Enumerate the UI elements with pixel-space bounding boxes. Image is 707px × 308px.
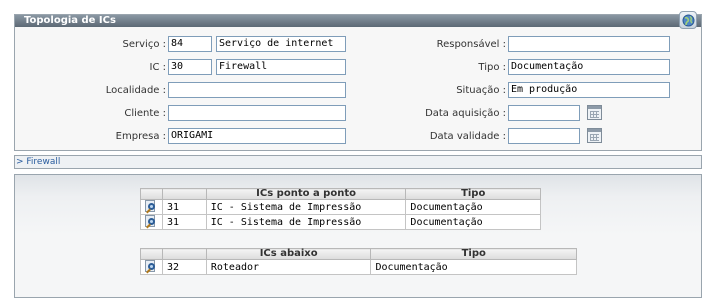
tipo-field[interactable]: Documentação xyxy=(508,59,670,75)
panel-title: Topologia de ICs xyxy=(15,15,701,27)
column-header-tipo[interactable]: Tipo xyxy=(405,188,541,200)
data-validade-field[interactable] xyxy=(508,128,580,144)
data-aquisicao-label: Data aquisição : xyxy=(425,108,506,119)
servico-name-field[interactable]: Serviço de internet xyxy=(216,36,346,52)
ic-tipo-cell: Documentação xyxy=(405,199,541,215)
calendar-icon[interactable] xyxy=(587,105,602,120)
calendar-icon[interactable] xyxy=(587,128,602,143)
column-header xyxy=(161,188,207,200)
view-details-icon[interactable] xyxy=(144,215,158,229)
ic-tipo-cell: Documentação xyxy=(405,214,541,230)
ic-id-cell: 32 xyxy=(161,259,207,275)
situacao-label: Situação : xyxy=(456,85,506,96)
responsavel-field[interactable] xyxy=(508,36,670,52)
ic-name-cell: IC - Sistema de Impressão xyxy=(205,199,407,215)
ic-name-cell: Roteador xyxy=(205,259,372,275)
ponto-a-ponto-table: ICs ponto a ponto Tipo 31 IC - Sistema d… xyxy=(140,188,541,230)
cliente-field[interactable] xyxy=(168,105,346,121)
table-row: 31 IC - Sistema de Impressão Documentaçã… xyxy=(140,199,541,215)
empresa-field[interactable]: ORIGAMI xyxy=(168,128,346,144)
tipo-label: Tipo : xyxy=(478,62,506,73)
view-details-icon[interactable] xyxy=(144,260,158,274)
column-header xyxy=(140,188,163,200)
ic-tipo-cell: Documentação xyxy=(370,259,577,275)
column-header-ics[interactable]: ICs ponto a ponto xyxy=(205,188,407,200)
topologia-panel: Topologia de ICs Serviço : 84 Serviço de… xyxy=(14,11,702,151)
column-header-tipo[interactable]: Tipo xyxy=(370,248,577,260)
data-validade-label: Data validade : xyxy=(429,131,506,142)
servico-label: Serviço : xyxy=(122,39,166,50)
column-header xyxy=(161,248,207,260)
responsavel-label: Responsável : xyxy=(436,39,506,50)
table-header-row: ICs ponto a ponto Tipo xyxy=(140,188,541,200)
view-details-icon[interactable] xyxy=(144,200,158,214)
table-row: 31 IC - Sistema de Impressão Documentaçã… xyxy=(140,214,541,230)
breadcrumb[interactable]: > Firewall xyxy=(14,155,702,169)
ic-id-cell: 31 xyxy=(161,199,207,215)
localidade-field[interactable] xyxy=(168,82,346,98)
table-header-row: ICs abaixo Tipo xyxy=(140,248,577,260)
ic-name-field[interactable]: Firewall xyxy=(216,59,346,75)
ic-name-cell: IC - Sistema de Impressão xyxy=(205,214,407,230)
abaixo-table: ICs abaixo Tipo 32 Roteador Documentação xyxy=(140,248,577,275)
ic-id-cell: 31 xyxy=(161,214,207,230)
ic-code-field[interactable]: 30 xyxy=(168,59,212,75)
column-header-ics[interactable]: ICs abaixo xyxy=(205,248,372,260)
column-header xyxy=(140,248,163,260)
table-row: 32 Roteador Documentação xyxy=(140,259,577,275)
globe-icon[interactable] xyxy=(679,11,697,29)
localidade-label: Localidade : xyxy=(105,85,166,96)
data-aquisicao-field[interactable] xyxy=(508,105,580,121)
relations-panel: ICs ponto a ponto Tipo 31 IC - Sistema d… xyxy=(14,174,702,298)
cliente-label: Cliente : xyxy=(124,108,166,119)
ic-label: IC : xyxy=(149,62,166,73)
servico-code-field[interactable]: 84 xyxy=(168,36,212,52)
situacao-field[interactable]: Em produção xyxy=(508,82,670,98)
empresa-label: Empresa : xyxy=(115,131,166,142)
